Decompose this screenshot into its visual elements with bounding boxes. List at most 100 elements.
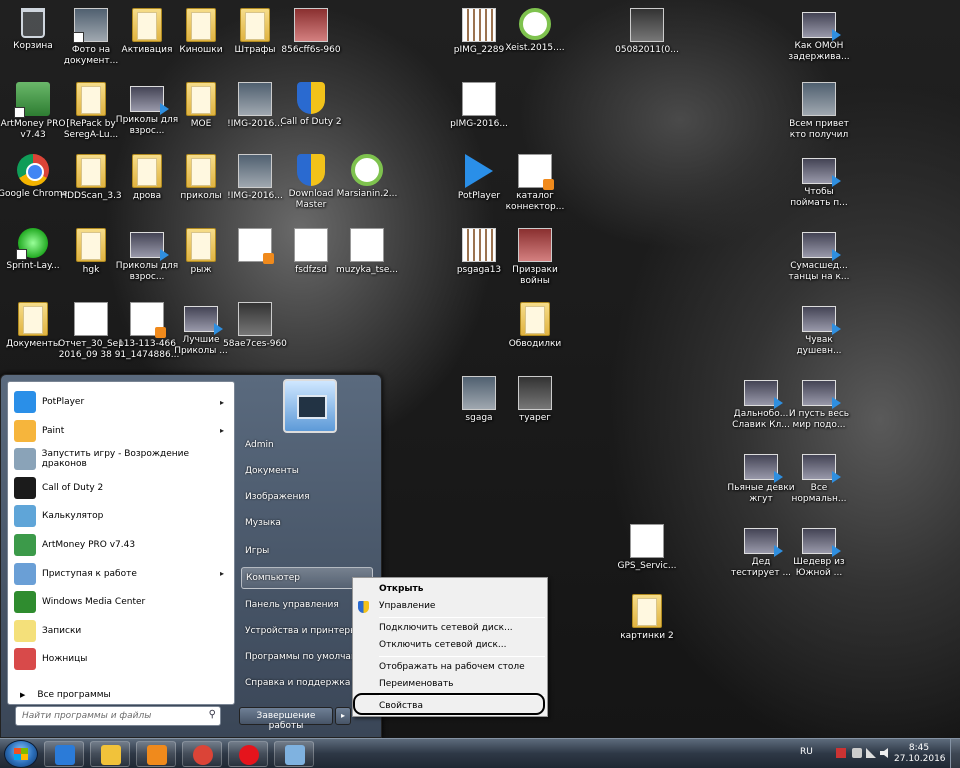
icon-obvodilki[interactable]: Обводилки [506, 298, 564, 370]
sm-item-potplayer[interactable]: PotPlayer ▸ [10, 388, 234, 416]
sm-item-snipping[interactable]: Ножницы [10, 645, 234, 673]
icon-google-chrome[interactable]: Google Chrome [0, 150, 68, 222]
icon-katalog[interactable]: каталог коннектор... [506, 150, 564, 222]
taskbar-media-player-button[interactable] [136, 741, 176, 767]
icon-img-2016-2[interactable]: !IMG-2016... [226, 150, 284, 222]
sm-item-artmoney[interactable]: ArtMoney PRO v7.43 [10, 531, 234, 559]
icon-58ae7ces[interactable]: 58ae7ces-960 [223, 298, 287, 370]
icon-prikoly-2[interactable]: Приколы для взрос... [116, 224, 178, 296]
shutdown-options-button[interactable]: ▸ [335, 707, 351, 725]
icon-kak-omon[interactable]: Как ОМОН задержива... [788, 4, 850, 76]
monitor-icon[interactable] [852, 748, 862, 758]
start-search-input[interactable]: Найти программы и файлы ⚲ [15, 706, 221, 726]
all-programs-button[interactable]: ▶ Все программы [14, 686, 224, 704]
icon-chtoby-poimat[interactable]: Чтобы поймать п... [790, 150, 848, 222]
icon-artmoney[interactable]: ArtMoney PRO v7.43 [1, 78, 65, 150]
icon-05082011[interactable]: 05082011(0... [615, 4, 679, 76]
sm-right-games[interactable]: Игры [241, 541, 373, 563]
media-center-icon [14, 591, 36, 614]
icon-repack[interactable]: [RePack by SeregA-Lu... [62, 78, 120, 150]
icon-tuareg[interactable]: туарег [506, 372, 564, 444]
icon-img-2016-1[interactable]: !IMG-2016... [226, 78, 284, 150]
ctx-map-drive[interactable]: Подключить сетевой диск... [379, 620, 545, 636]
icon-pyanye[interactable]: Пьяные девки жгут [727, 446, 795, 518]
submenu-arrow-icon[interactable]: ▸ [220, 426, 224, 435]
icon-shtrafy[interactable]: Штрафы [226, 4, 284, 76]
icon-prikoly-folder[interactable]: приколы [172, 150, 230, 222]
desktop[interactable]: Корзина Фото на документ... Активация Кинош… [0, 0, 960, 738]
sm-item-call-of-duty[interactable]: Call of Duty 2 [10, 474, 234, 502]
icon-sprint-layout[interactable]: Sprint-Lay... [4, 224, 62, 296]
icon-hddscan[interactable]: HDDScan_3.3 [60, 150, 122, 222]
icon-call-of-duty-2[interactable]: Call of Duty 2 [280, 78, 342, 150]
network-icon[interactable] [866, 748, 876, 758]
sm-item-vozrozhdenie[interactable]: Запустить игру - Возрождение драконов [10, 445, 234, 473]
search-icon[interactable]: ⚲ [209, 709, 216, 720]
icon-vsem-privet[interactable]: Всем привет кто получил [789, 78, 849, 150]
start-menu: PotPlayer ▸ Paint ▸ Запустить игру - Возрожд… [0, 374, 382, 738]
sm-item-paint[interactable]: Paint ▸ [10, 417, 234, 445]
ctx-rename[interactable]: Переименовать [379, 676, 545, 692]
sm-item-media-center[interactable]: Windows Media Center [10, 588, 234, 616]
language-indicator[interactable]: RU [800, 747, 813, 757]
icon-dokumenty[interactable]: Документы [4, 298, 62, 370]
shutdown-button[interactable]: Завершение работы [239, 707, 333, 731]
icon-856cff6s[interactable]: 856cff6s-960 [281, 4, 341, 76]
icon-vse-normalnye[interactable]: Все нормальн... [790, 446, 848, 518]
taskbar-chrome-button[interactable] [182, 741, 222, 767]
icon-xeist[interactable]: Xeist.2015.... [505, 4, 565, 76]
icon-gps-service[interactable]: GPS_Servic... [618, 520, 676, 592]
sm-right-pictures[interactable]: Изображения [241, 487, 373, 509]
icon-hgk[interactable]: hgk [62, 224, 120, 296]
icon-sgaga[interactable]: sgaga [450, 372, 508, 444]
taskbar-explorer-button[interactable] [90, 741, 130, 767]
sm-item-getting-started[interactable]: Приступая к работе ▸ [10, 560, 234, 588]
icon-recycle-bin[interactable]: Корзина [4, 4, 62, 76]
icon-fsdfzsd[interactable]: fsdfzsd [282, 224, 340, 296]
icon-marsianin[interactable]: Marsianin.2... [337, 150, 397, 222]
volume-icon[interactable] [880, 748, 888, 758]
icon-kinoshki[interactable]: Киношки [172, 4, 230, 76]
sm-right-documents[interactable]: Документы [241, 461, 373, 483]
icon-sumasshed[interactable]: Сумасшед... танцы на к... [788, 224, 850, 296]
icon-luchshie-prikoly[interactable]: Лучшие Приколы ... [172, 298, 230, 370]
icon-pimg-2289[interactable]: pIMG_2289 [450, 4, 508, 76]
icon-prikoly-1[interactable]: Приколы для взрос... [116, 78, 178, 150]
icon-113-113[interactable]: 113-113-466 91_1474886... [115, 298, 179, 370]
icon-muzyka[interactable]: muzyka_tse... [336, 224, 398, 296]
icon-drova[interactable]: дрова [118, 150, 176, 222]
icon-pimg-2016[interactable]: pIMG-2016... [450, 78, 508, 150]
submenu-arrow-icon[interactable]: ▸ [220, 569, 224, 578]
taskbar-ie-button[interactable] [44, 741, 84, 767]
taskbar-opera-button[interactable] [228, 741, 268, 767]
icon-moe[interactable]: МОЕ [172, 78, 230, 150]
icon-foto-na-dokument[interactable]: Фото на документ... [62, 4, 120, 76]
icon-shedevr[interactable]: Шедевр из Южной ... [790, 520, 848, 592]
sm-item-sticky-notes[interactable]: Записки [10, 617, 234, 645]
ctx-disconnect-drive[interactable]: Отключить сетевой диск... [379, 637, 545, 653]
icon-prizraki[interactable]: Призраки войны [506, 224, 564, 296]
icon-i-pust-ves[interactable]: И пусть весь мир подо... [789, 372, 849, 444]
icon-ded-testiruet[interactable]: Дед тестирует ... [731, 520, 791, 592]
taskbar-paint-button[interactable] [274, 741, 314, 767]
flag-icon[interactable] [836, 748, 846, 758]
artmoney-icon [14, 82, 50, 118]
ctx-show-on-desktop[interactable]: Отображать на рабочем столе [379, 659, 545, 675]
start-button[interactable] [4, 740, 38, 768]
submenu-arrow-icon[interactable]: ▸ [220, 398, 224, 407]
user-avatar[interactable] [283, 379, 337, 433]
sm-item-calculator[interactable]: Калькулятор [10, 502, 234, 530]
sm-right-music[interactable]: Музыка [241, 513, 373, 535]
icon-ryzh[interactable]: рыж [172, 224, 230, 296]
ctx-open[interactable]: Открыть [379, 581, 545, 597]
icon-blank-doc[interactable] [226, 224, 284, 296]
clock[interactable]: 8:45 27.10.2016 [894, 743, 946, 765]
icon-dalnobo[interactable]: Дальнобо... Славик Кл... [732, 372, 790, 444]
icon-download-master[interactable]: Download Master [282, 150, 340, 222]
sm-right-admin[interactable]: Admin [241, 435, 373, 457]
icon-chuvak[interactable]: Чувак душевн... [790, 298, 848, 370]
icon-aktivaciya[interactable]: Активация [118, 4, 176, 76]
show-desktop-button[interactable] [950, 739, 960, 768]
icon-kartinki-2[interactable]: картинки 2 [618, 590, 676, 662]
ctx-manage[interactable]: Управление [379, 598, 545, 614]
